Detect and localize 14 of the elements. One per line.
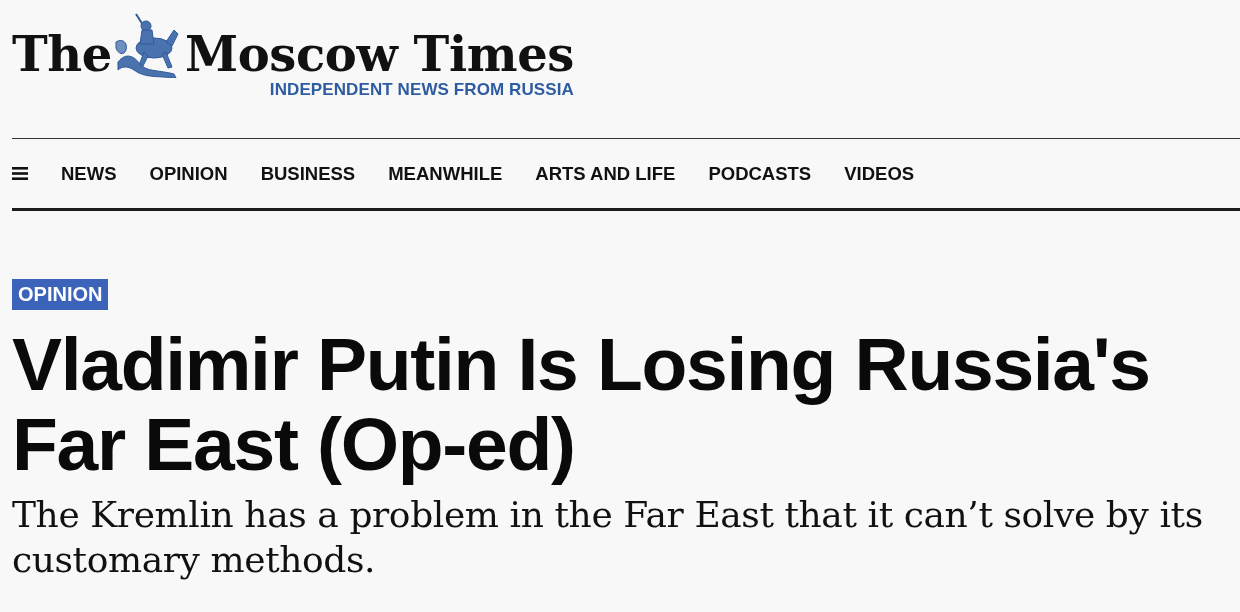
menu-icon[interactable] (12, 167, 28, 180)
article-headline: Vladimir Putin Is Losing Russia's Far East (Op-ed) (12, 324, 1151, 488)
nav-link[interactable]: BUSINESS (260, 162, 356, 185)
nav-link[interactable]: NEWS (61, 162, 117, 185)
nav-link[interactable]: OPINION (149, 162, 228, 185)
article-subtitle: The Kremlin has a problem in the Far East that it can’t solve by its customary methods. (12, 493, 1204, 582)
nav-link[interactable]: VIDEOS (844, 162, 915, 185)
nav-link[interactable]: PODCASTS (708, 162, 812, 185)
nav-link[interactable]: ARTS AND LIFE (535, 162, 676, 185)
logo-title: Moscow Times (184, 30, 574, 78)
logo-tagline: INDEPENDENT NEWS FROM RUSSIA (269, 80, 574, 100)
nav-link[interactable]: MEANWHILE (388, 162, 503, 185)
section-tag[interactable]: OPINION (12, 279, 109, 310)
logo-title: The (12, 30, 112, 78)
